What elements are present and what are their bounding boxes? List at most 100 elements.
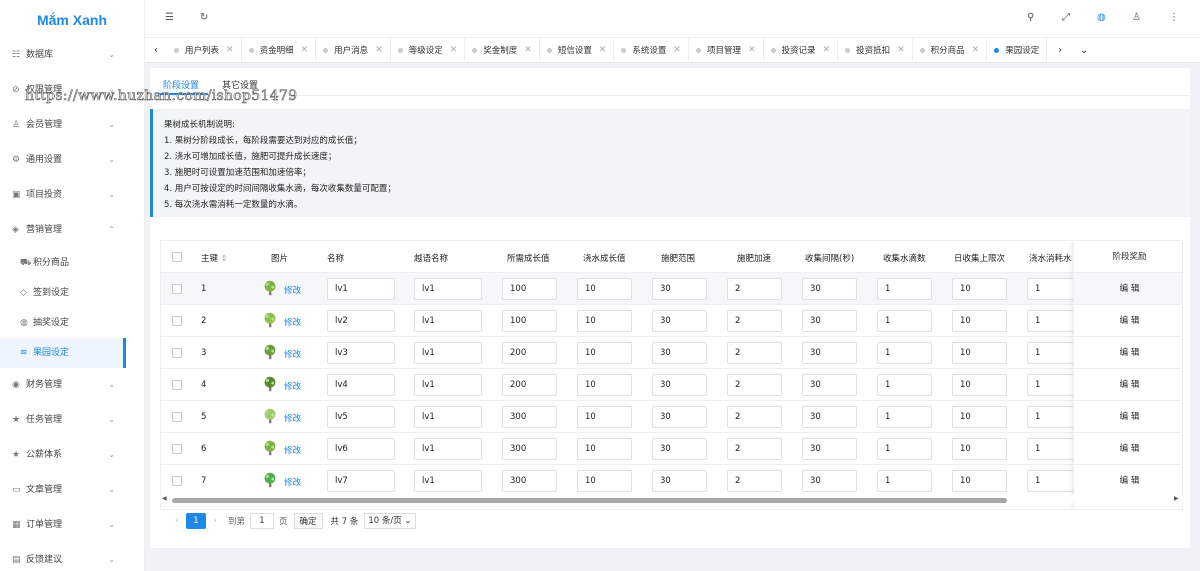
vi-name-input[interactable]: lv1: [414, 470, 482, 492]
sort-icon[interactable]: ⇕: [221, 254, 228, 264]
speed-input[interactable]: 2: [727, 406, 782, 428]
interval-input[interactable]: 30: [802, 278, 857, 300]
vi-name-input[interactable]: lv1: [414, 310, 482, 332]
water-input[interactable]: 10: [577, 374, 632, 396]
name-input[interactable]: lv7: [327, 470, 395, 492]
speed-input[interactable]: 2: [727, 342, 782, 364]
table-row[interactable]: 1 修改 lv1 lv1 100 10 30 2 30 1 10 1: [161, 273, 1182, 305]
sidebar-subitem[interactable]: ⛟ 积分商品: [0, 253, 125, 273]
edit-reward-button[interactable]: 编 辑: [1074, 465, 1182, 497]
current-page[interactable]: 1: [186, 513, 206, 529]
row-checkbox[interactable]: [172, 412, 182, 422]
vi-name-input[interactable]: lv1: [414, 374, 482, 396]
sidebar-item[interactable]: ▦ 订单管理 ⌄: [0, 515, 125, 535]
drops-input[interactable]: 1: [877, 374, 932, 396]
range-input[interactable]: 30: [652, 278, 707, 300]
close-icon[interactable]: ✕: [972, 45, 980, 55]
fullscreen-icon[interactable]: ⤢: [1062, 12, 1070, 23]
sidebar-subitem[interactable]: ≋ 果园设定: [0, 338, 125, 368]
sidebar-item[interactable]: ▭ 文章管理 ⌄: [0, 480, 125, 500]
limit-input[interactable]: 10: [952, 374, 1007, 396]
tab[interactable]: 项目管理 ✕: [689, 37, 764, 63]
range-input[interactable]: 30: [652, 374, 707, 396]
tab[interactable]: 投资抵扣 ✕: [838, 37, 913, 63]
grow-input[interactable]: 200: [502, 342, 557, 364]
edit-reward-button[interactable]: 编 辑: [1074, 337, 1182, 369]
tabs-next-icon[interactable]: ›: [1049, 45, 1071, 56]
limit-input[interactable]: 10: [952, 470, 1007, 492]
limit-input[interactable]: 10: [952, 278, 1007, 300]
interval-input[interactable]: 30: [802, 374, 857, 396]
limit-input[interactable]: 10: [952, 406, 1007, 428]
drops-input[interactable]: 1: [877, 278, 932, 300]
sidebar-item[interactable]: ⚙ 通用设置 ⌄: [0, 150, 125, 170]
scroll-left-icon[interactable]: ◀: [162, 495, 167, 502]
range-input[interactable]: 30: [652, 342, 707, 364]
range-input[interactable]: 30: [652, 406, 707, 428]
interval-input[interactable]: 30: [802, 470, 857, 492]
change-image-link[interactable]: 修改: [284, 316, 301, 328]
sidebar-item[interactable]: ♙ 会员管理 ⌄: [0, 115, 125, 135]
change-image-link[interactable]: 修改: [284, 444, 301, 456]
search-icon[interactable]: ⚲: [1027, 12, 1034, 23]
tab[interactable]: 用户消息 ✕: [316, 37, 391, 63]
drops-input[interactable]: 1: [877, 342, 932, 364]
sidebar-item[interactable]: ★ 公薪体系 ⌄: [0, 445, 125, 465]
name-input[interactable]: lv4: [327, 374, 395, 396]
close-icon[interactable]: ✕: [748, 45, 756, 55]
interval-input[interactable]: 30: [802, 438, 857, 460]
water-input[interactable]: 10: [577, 310, 632, 332]
scroll-right-icon[interactable]: ▶: [1174, 495, 1179, 502]
tabs-dropdown-icon[interactable]: ⌄: [1073, 45, 1095, 56]
close-icon[interactable]: ✕: [673, 45, 681, 55]
vi-name-input[interactable]: lv1: [414, 438, 482, 460]
name-input[interactable]: lv1: [327, 278, 395, 300]
close-icon[interactable]: ✕: [823, 45, 831, 55]
edit-reward-button[interactable]: 编 辑: [1074, 369, 1182, 401]
speed-input[interactable]: 2: [727, 310, 782, 332]
tab[interactable]: 短信设置 ✕: [540, 37, 615, 63]
edit-reward-button[interactable]: 编 辑: [1074, 401, 1182, 433]
tab[interactable]: 资金明细 ✕: [242, 37, 317, 63]
tab[interactable]: 奖金制度 ✕: [465, 37, 540, 63]
grow-input[interactable]: 300: [502, 438, 557, 460]
vi-name-input[interactable]: lv1: [414, 342, 482, 364]
drops-input[interactable]: 1: [877, 310, 932, 332]
speed-input[interactable]: 2: [727, 374, 782, 396]
interval-input[interactable]: 30: [802, 406, 857, 428]
limit-input[interactable]: 10: [952, 438, 1007, 460]
range-input[interactable]: 30: [652, 438, 707, 460]
sidebar-item[interactable]: ☷ 数据库 ⌄: [0, 45, 125, 65]
change-image-link[interactable]: 修改: [284, 412, 301, 424]
speed-input[interactable]: 2: [727, 438, 782, 460]
more-icon[interactable]: ⋮: [1169, 12, 1179, 23]
scrollbar-thumb[interactable]: [172, 498, 1007, 503]
close-icon[interactable]: ✕: [226, 45, 234, 55]
change-image-link[interactable]: 修改: [284, 380, 301, 392]
row-checkbox[interactable]: [172, 316, 182, 326]
table-row[interactable]: 3 修改 lv3 lv1 200 10 30 2 30 1 10 1: [161, 337, 1182, 369]
sidebar-item[interactable]: ◉ 财务管理 ⌄: [0, 375, 125, 395]
sidebar-subitem[interactable]: ◍ 抽奖设定: [0, 313, 125, 333]
edit-reward-button[interactable]: 编 辑: [1074, 305, 1182, 337]
close-icon[interactable]: ✕: [897, 45, 905, 55]
drops-input[interactable]: 1: [877, 438, 932, 460]
row-checkbox[interactable]: [172, 380, 182, 390]
close-icon[interactable]: ✕: [599, 45, 607, 55]
name-input[interactable]: lv2: [327, 310, 395, 332]
refresh-icon[interactable]: ↻: [200, 12, 208, 23]
row-checkbox[interactable]: [172, 348, 182, 358]
table-row[interactable]: 2 修改 lv2 lv1 100 10 30 2 30 1 10 1: [161, 305, 1182, 337]
limit-input[interactable]: 10: [952, 310, 1007, 332]
next-page-icon[interactable]: ›: [206, 516, 224, 526]
tab[interactable]: 等级设定 ✕: [391, 37, 466, 63]
user-icon[interactable]: ♙: [1132, 12, 1141, 23]
prev-page-icon[interactable]: ‹: [168, 516, 186, 526]
row-checkbox[interactable]: [172, 284, 182, 294]
limit-input[interactable]: 10: [952, 342, 1007, 364]
water-input[interactable]: 10: [577, 470, 632, 492]
page-size-select[interactable]: 10 条/页 ⌄: [364, 513, 416, 529]
change-image-link[interactable]: 修改: [284, 284, 301, 296]
tab[interactable]: 用户列表 ✕: [167, 37, 242, 63]
sidebar-item[interactable]: ▣ 项目投资 ⌄: [0, 185, 125, 205]
